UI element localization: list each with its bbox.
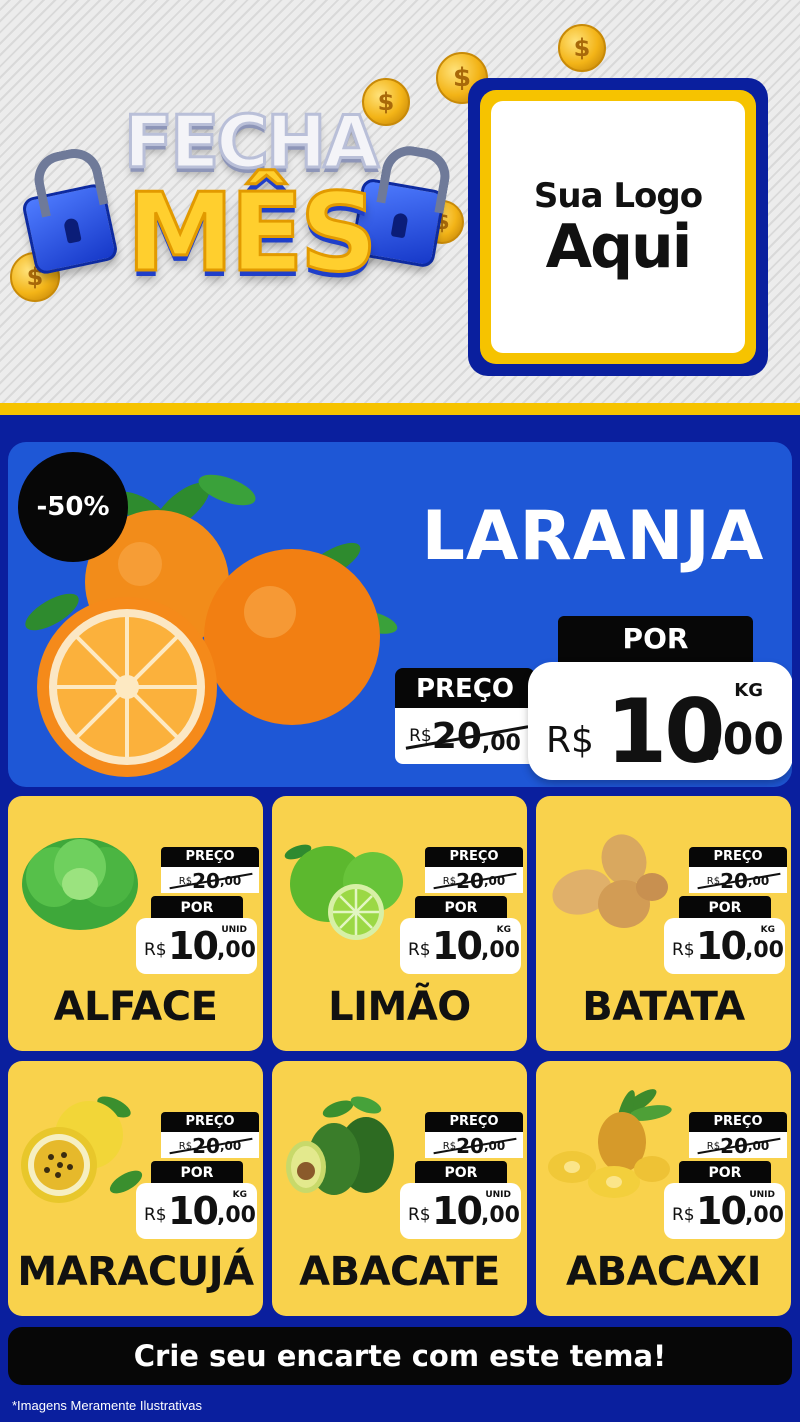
new-price: UNID R$ 10 ,00 <box>664 1183 785 1239</box>
new-price-decimal: ,00 <box>217 1203 256 1228</box>
new-price-integer: 10 <box>432 1189 483 1233</box>
coin-icon: $ <box>558 24 606 72</box>
product-name: LIMÃO <box>328 984 471 1030</box>
new-price-decimal: ,00 <box>745 938 784 963</box>
por-label: POR <box>679 1161 771 1185</box>
disclaimer-text: *Imagens Meramente Ilustrativas <box>12 1398 203 1413</box>
preco-label: PREÇO <box>689 1112 787 1132</box>
product-card-abacate[interactable]: PREÇO R$ 20 ,00 POR UNID R$ 10 ,00 ABACA… <box>272 1061 527 1316</box>
preco-label: PREÇO <box>161 847 259 867</box>
price-unit: UNID <box>221 925 247 935</box>
old-price: R$ 20 ,00 <box>161 1132 259 1158</box>
avocado-image <box>286 1096 394 1195</box>
new-price-currency: R$ <box>408 940 431 960</box>
por-label: POR <box>151 1161 243 1185</box>
new-price-integer: 10 <box>432 924 483 968</box>
new-price-integer: 10 <box>696 1189 747 1233</box>
lime-image <box>284 844 403 940</box>
price-unit: KG <box>496 925 511 935</box>
new-price: KG R$ 10 ,00 <box>664 918 785 974</box>
product-name: ABACAXI <box>566 1249 761 1295</box>
price-unit: UNID <box>485 1190 511 1200</box>
preco-label: PREÇO <box>425 1112 523 1132</box>
por-label: POR <box>558 616 753 664</box>
new-price-integer: 10 <box>696 924 747 968</box>
old-price: R$ 20 ,00 <box>689 867 787 893</box>
product-name: ALFACE <box>53 984 218 1030</box>
logo-placeholder[interactable]: Sua Logo Aqui <box>468 78 768 376</box>
por-label: POR <box>151 896 243 920</box>
cta-banner[interactable]: Crie seu encarte com este tema! <box>8 1327 792 1385</box>
new-price: KG R$ 10 ,00 <box>528 662 792 783</box>
new-price-decimal: ,00 <box>217 938 256 963</box>
new-price-decimal: ,00 <box>481 1203 520 1228</box>
old-price: R$ 20 ,00 <box>161 867 259 893</box>
old-price: R$ 20 ,00 <box>425 867 523 893</box>
price-unit: KG <box>232 1190 247 1200</box>
new-price-currency: R$ <box>546 720 594 761</box>
product-name: BATATA <box>582 984 745 1030</box>
preco-label: PREÇO <box>395 668 535 710</box>
price-unit: KG <box>734 680 763 701</box>
new-price-decimal: ,00 <box>745 1203 784 1228</box>
pineapple-image <box>548 1089 672 1198</box>
new-price-currency: R$ <box>408 1205 431 1225</box>
preco-label: PREÇO <box>425 847 523 867</box>
new-price-currency: R$ <box>672 940 695 960</box>
old-price: R$ 20 ,00 <box>395 708 535 764</box>
discount-badge: -50% <box>18 452 128 562</box>
old-price: R$ 20 ,00 <box>425 1132 523 1158</box>
new-price-decimal: ,00 <box>481 938 520 963</box>
divider <box>0 403 800 415</box>
new-price: UNID R$ 10 ,00 <box>136 918 257 974</box>
por-label: POR <box>415 1161 507 1185</box>
old-price: R$ 20 ,00 <box>689 1132 787 1158</box>
passion-fruit-image <box>21 1096 143 1203</box>
potato-image <box>552 834 668 928</box>
product-card-abacaxi[interactable]: PREÇO R$ 20 ,00 POR UNID R$ 10 ,00 ABACA… <box>536 1061 791 1316</box>
logo-text-line1: Sua Logo <box>533 175 703 216</box>
new-price: UNID R$ 10 ,00 <box>400 1183 521 1239</box>
new-price-currency: R$ <box>144 940 167 960</box>
new-price-decimal: ,00 <box>706 714 784 765</box>
product-card-batata[interactable]: PREÇO R$ 20 ,00 POR KG R$ 10 ,00 BATATA <box>536 796 791 1051</box>
new-price: KG R$ 10 ,00 <box>136 1183 257 1239</box>
new-price-currency: R$ <box>672 1205 695 1225</box>
price-unit: UNID <box>749 1190 775 1200</box>
product-card-alface[interactable]: PREÇO R$ 20 ,00 POR UNID R$ 10 ,00 ALFAC… <box>8 796 263 1051</box>
new-price-integer: 10 <box>168 1189 219 1233</box>
product-card-limao[interactable]: PREÇO R$ 20 ,00 POR KG R$ 10 ,00 LIMÃO <box>272 796 527 1051</box>
product-card-maracuja[interactable]: PREÇO R$ 20 ,00 POR KG R$ 10 ,00 MARACUJ… <box>8 1061 263 1316</box>
logo-text-line2: Aqui <box>545 211 693 282</box>
por-label: POR <box>679 896 771 920</box>
featured-product[interactable]: -50% LARANJA POR PREÇO R$ 20 ,00 KG R$ 1 <box>8 442 792 787</box>
new-price-integer: 10 <box>168 924 219 968</box>
new-price: KG R$ 10 ,00 <box>400 918 521 974</box>
price-unit: KG <box>760 925 775 935</box>
preco-label: PREÇO <box>161 1112 259 1132</box>
promo-title: FECHA MÊS <box>20 80 460 340</box>
preco-label: PREÇO <box>689 847 787 867</box>
product-name: MARACUJÁ <box>17 1249 254 1295</box>
por-label: POR <box>415 896 507 920</box>
featured-product-name: LARANJA <box>421 497 765 576</box>
lettuce-image <box>22 838 138 930</box>
product-name: ABACATE <box>299 1249 500 1295</box>
title-mes: MÊS <box>125 171 379 296</box>
new-price-currency: R$ <box>144 1205 167 1225</box>
new-price-integer: 10 <box>606 680 725 783</box>
header: $ $ $ $ $ FECHA MÊS Sua Logo Aqui <box>0 0 800 405</box>
